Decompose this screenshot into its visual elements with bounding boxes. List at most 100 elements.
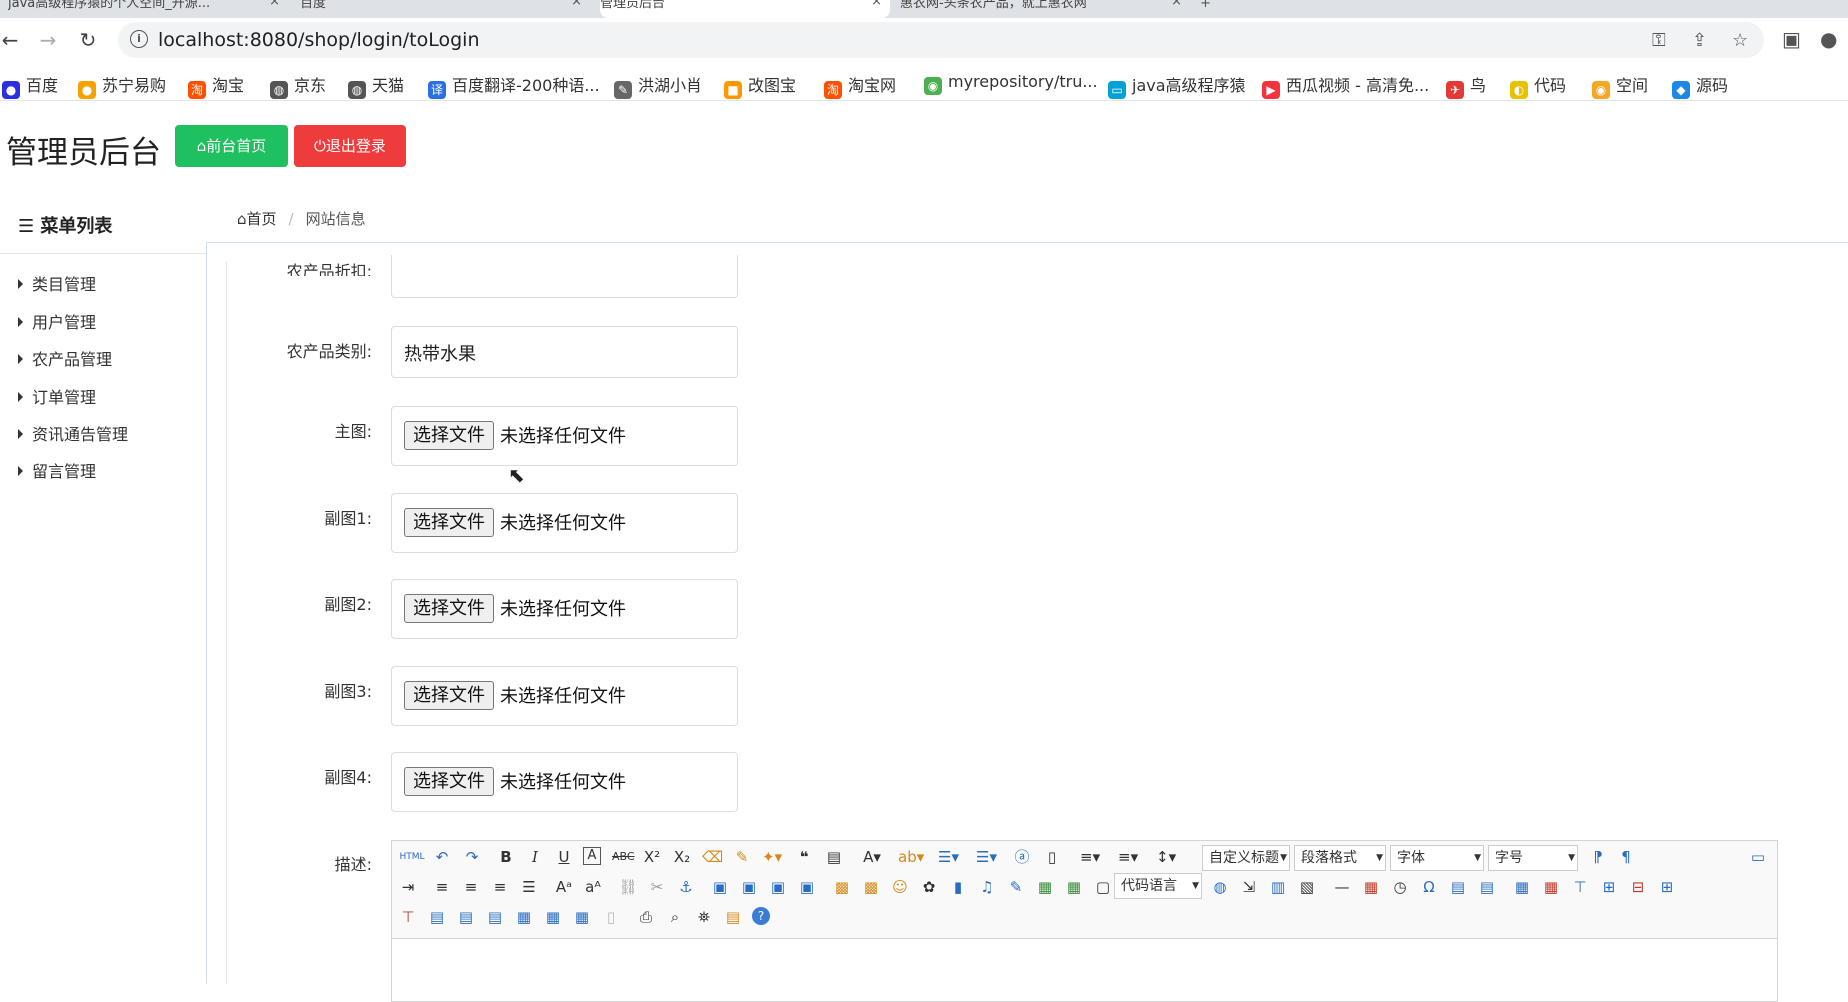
url-text[interactable]: localhost:8080/shop/login/toLogin (158, 29, 480, 51)
html-source-button[interactable]: HTML (398, 847, 426, 867)
split-cols-icon[interactable]: ▦ (572, 907, 592, 927)
sub-image-2-file-input[interactable]: 选择文件 未选择任何文件 (391, 579, 738, 639)
sidebar-item-category[interactable]: 类目管理 (18, 271, 96, 295)
multi-image-icon[interactable]: ▩ (861, 877, 881, 897)
fullscreen-icon[interactable]: ▭ (1748, 847, 1768, 867)
print-icon[interactable]: ⎙ (636, 907, 656, 927)
music-icon[interactable]: ♫ (977, 877, 997, 897)
code-language-select[interactable]: 代码语言 ▼ (1114, 873, 1202, 899)
choose-file-button[interactable]: 选择文件 (404, 681, 494, 710)
clear-doc-icon[interactable]: ▯ (1042, 847, 1062, 867)
bookmark-item[interactable]: ● 苏宁易购 (78, 72, 166, 99)
wordimage-icon[interactable]: ▤ (1448, 877, 1468, 897)
logout-button[interactable]: ⏻退出登录 (294, 125, 406, 167)
address-bar[interactable]: i localhost:8080/shop/login/toLogin ⚿ ⇪ … (118, 22, 1764, 58)
row-spacing-bottom-icon[interactable]: ≡▾ (1118, 847, 1138, 867)
bookmark-item[interactable]: ■ 改图宝 (724, 72, 796, 99)
merge-down-icon[interactable]: ▤ (485, 907, 505, 927)
anchor-icon[interactable]: ⚓ (676, 877, 696, 897)
line-height-icon[interactable]: ↕▾ (1156, 847, 1176, 867)
bookmark-item[interactable]: ◍ 京东 (270, 72, 326, 99)
bookmark-item[interactable]: ✈ 鸟 (1446, 72, 1486, 99)
redo-icon[interactable]: ↷ (462, 847, 482, 867)
sidebar-item-news[interactable]: 资讯通告管理 (18, 421, 128, 445)
bookmark-item[interactable]: ◉ 空间 (1592, 72, 1648, 99)
image-left-icon[interactable]: ▣ (739, 877, 759, 897)
forward-icon[interactable]: → (34, 26, 62, 54)
bookmark-item[interactable]: 译百度翻译-200种语... (428, 72, 600, 99)
align-center-icon[interactable]: ≡ (461, 877, 481, 897)
row-spacing-top-icon[interactable]: ≡▾ (1080, 847, 1100, 867)
sub-image-1-file-input[interactable]: 选择文件 未选择任何文件 (391, 493, 738, 553)
image-none-icon[interactable]: ▣ (710, 877, 730, 897)
delete-col-icon[interactable]: ⊤ (398, 907, 418, 927)
align-left-icon[interactable]: ≡ (432, 877, 452, 897)
attachment-icon[interactable]: ✎ (1006, 877, 1026, 897)
paragraph-select[interactable]: 段落格式 ▼ (1294, 845, 1386, 871)
insert-table-icon[interactable]: ▦ (1512, 877, 1532, 897)
auto-format-icon[interactable]: ✦▾ (762, 847, 782, 867)
browser-tab[interactable]: 惠农网-头条农产品，就上惠农网 × (900, 0, 1190, 18)
strikethrough-icon[interactable]: ABC (612, 847, 635, 867)
ordered-list-icon[interactable]: ☰▾ (938, 847, 959, 867)
chart-icon[interactable]: ▯ (601, 907, 621, 927)
browser-tab-active[interactable]: 管理员后台 × (600, 0, 890, 18)
close-icon[interactable]: × (269, 0, 280, 8)
image-center-icon[interactable]: ▣ (797, 877, 817, 897)
format-brush-icon[interactable]: ✎ (732, 847, 752, 867)
reload-icon[interactable]: ↻ (74, 26, 102, 54)
template-icon[interactable]: ▥ (1268, 877, 1288, 897)
front-home-button[interactable]: ⌂前台首页 (175, 125, 288, 167)
close-icon[interactable]: × (571, 0, 582, 8)
custom-heading-select[interactable]: 自定义标题 ▼ (1202, 845, 1290, 871)
bookmark-item[interactable]: ▶ 西瓜视频 - 高清免... (1262, 72, 1429, 99)
insert-row-icon[interactable]: ⊞ (1599, 877, 1619, 897)
sidebar-item-products[interactable]: 农产品管理 (18, 346, 112, 370)
site-info-icon[interactable]: i (130, 30, 148, 48)
sidebar-item-orders[interactable]: 订单管理 (18, 384, 96, 408)
font-color-icon[interactable]: A▾ (862, 847, 882, 867)
insert-frame-icon[interactable]: ▢ (1093, 877, 1113, 897)
sidebar-item-users[interactable]: 用户管理 (18, 309, 96, 333)
help-icon[interactable]: ? (752, 907, 770, 925)
paste-plain-icon[interactable]: ▤ (824, 847, 844, 867)
image-right-icon[interactable]: ▣ (768, 877, 788, 897)
underline-icon[interactable]: U (554, 847, 574, 867)
bookmark-item[interactable]: ✎ 洪湖小肖 (614, 72, 702, 99)
delete-row-icon[interactable]: ⊟ (1628, 877, 1648, 897)
insert-video-icon[interactable]: ▮ (948, 877, 968, 897)
search-replace-icon[interactable]: ⛯ (694, 907, 714, 927)
bold-icon[interactable]: B (496, 847, 516, 867)
rich-text-editor[interactable]: HTML ↶ ↷ B I U A ABC X² X₂ ⌫ ✎ ✦▾ ❝ ▤ A▾… (391, 840, 1778, 1002)
eraser-icon[interactable]: ⌫ (702, 847, 723, 867)
bookmark-item[interactable]: ◍ 天猫 (348, 72, 404, 99)
choose-file-button[interactable]: 选择文件 (404, 508, 494, 537)
browser-tab[interactable]: 百度 × (300, 0, 590, 18)
bookmark-item[interactable]: ▭ java高级程序猿 (1108, 72, 1246, 99)
rtl-icon[interactable]: ¶ (1616, 847, 1636, 867)
key-icon[interactable]: ⚿ (1652, 30, 1666, 51)
map-icon[interactable]: ▦ (1035, 877, 1055, 897)
unlink-icon[interactable]: ✂ (647, 877, 667, 897)
blockquote-icon[interactable]: ❝ (794, 847, 814, 867)
background-icon[interactable]: ▧ (1297, 877, 1317, 897)
scrawl-icon[interactable]: ✿ (919, 877, 939, 897)
bookmark-item[interactable]: ● 百度 (2, 72, 58, 99)
insert-image-icon[interactable]: ▩ (832, 877, 852, 897)
share-icon[interactable]: ⇪ (1692, 30, 1707, 51)
web-app-icon[interactable]: ◍ (1210, 877, 1230, 897)
background-color-icon[interactable]: ab▾ (898, 847, 924, 867)
ltr-icon[interactable]: ⁋ (1588, 847, 1608, 867)
insert-col-icon[interactable]: ⊞ (1657, 877, 1677, 897)
bookmark-item[interactable]: ◆ 源码 (1672, 72, 1728, 99)
choose-file-button[interactable]: 选择文件 (404, 594, 494, 623)
merge-cells-icon[interactable]: ▤ (427, 907, 447, 927)
special-chars-icon[interactable]: Ω (1419, 877, 1439, 897)
split-cells-icon[interactable]: ▦ (514, 907, 534, 927)
unordered-list-icon[interactable]: ☰▾ (976, 847, 997, 867)
choose-file-button[interactable]: 选择文件 (404, 767, 494, 796)
gmap-icon[interactable]: ▦ (1064, 877, 1084, 897)
italic-icon[interactable]: I (525, 847, 545, 867)
breadcrumb-home[interactable]: 首页 (247, 210, 277, 228)
align-justify-icon[interactable]: ☰ (519, 877, 539, 897)
